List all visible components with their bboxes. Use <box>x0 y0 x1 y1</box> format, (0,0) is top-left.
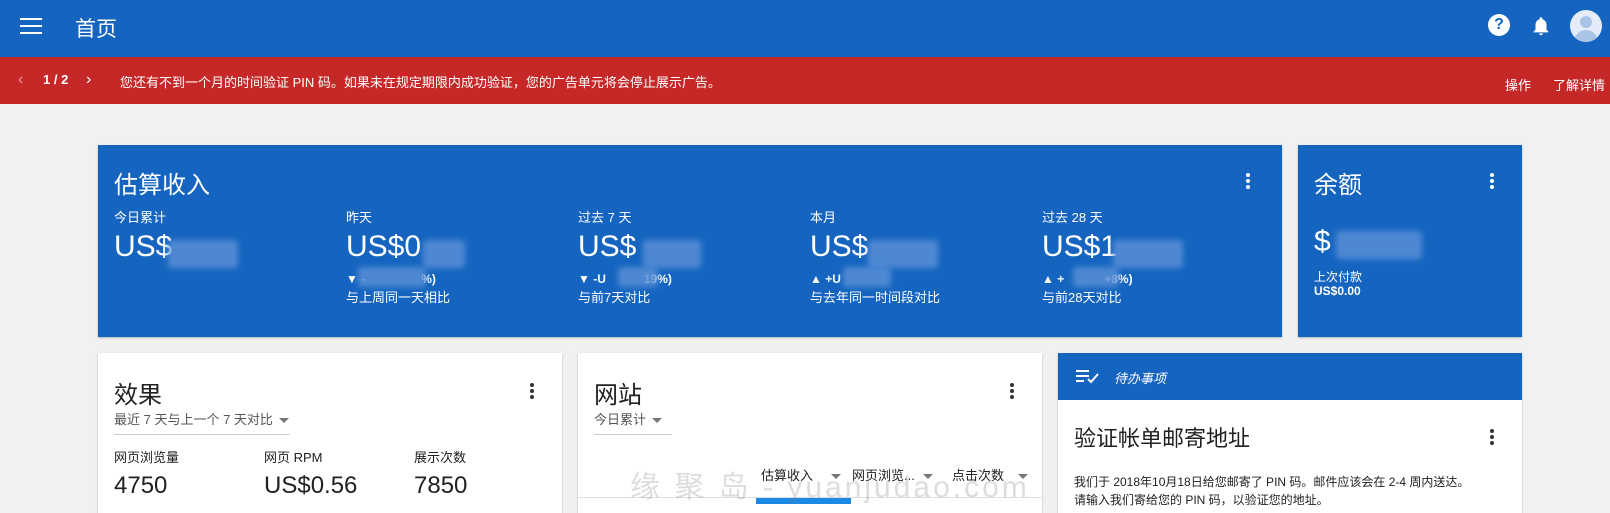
alert-message: 您还有不到一个月的时间验证 PIN 码。如果未在规定期限内成功验证，您的广告单元… <box>120 75 721 90</box>
redacted-blur <box>1073 267 1119 287</box>
performance-card: 效果 最近 7 天与上一个 7 天对比 网页浏览量 4750 网页 RPM US… <box>98 353 562 513</box>
more-vert-icon[interactable] <box>1490 173 1494 189</box>
bell-icon[interactable] <box>1530 14 1552 38</box>
alert-action-link[interactable]: 操作 <box>1505 75 1531 94</box>
todo-item-text: 请输入我们寄给您的 PIN 码，以验证您的地址。 <box>1074 493 1329 507</box>
redacted-blur <box>168 240 238 268</box>
redacted-blur <box>423 240 465 268</box>
avatar-icon[interactable] <box>1570 10 1602 42</box>
alert-banner: ‹ 1 / 2 › 您还有不到一个月的时间验证 PIN 码。如果未在规定期限内成… <box>0 57 1610 104</box>
checklist-icon <box>1076 370 1099 384</box>
card-title: 余额 <box>1314 172 1362 199</box>
metric-label: 本月 <box>810 210 837 225</box>
redacted-blur <box>843 267 891 287</box>
card-title: 网站 <box>594 382 642 409</box>
redacted-blur <box>358 267 426 287</box>
metric-label: 过去 28 天 <box>1042 210 1103 225</box>
redacted-blur <box>868 240 938 268</box>
range-dropdown[interactable]: 最近 7 天与上一个 7 天对比 <box>114 409 290 435</box>
app-bar: 首页 ? <box>0 0 1610 57</box>
watermark: 缘 聚 岛 - yuanjudao.com <box>630 471 1030 504</box>
last-payment-value: US$0.00 <box>1314 284 1361 298</box>
chevron-down-icon <box>652 418 663 424</box>
more-vert-icon[interactable] <box>1490 429 1494 445</box>
alert-counter: 1 / 2 <box>43 72 69 87</box>
metric-change: ▼ -U19%) <box>578 272 672 286</box>
chevron-left-icon[interactable]: ‹ <box>18 71 23 89</box>
todo-header-label: 待办事项 <box>1114 371 1167 386</box>
help-icon[interactable]: ? <box>1488 14 1510 36</box>
estimated-earnings-card: 估算收入 今日累计 US$ 昨天 US$0 ▼ -%) 与上周同一天相比 过去 … <box>98 145 1282 337</box>
menu-icon[interactable] <box>20 18 42 36</box>
todo-item-text: 我们于 2018年10月18日给您邮寄了 PIN 码。邮件应该会在 2-4 周内… <box>1074 475 1470 489</box>
metric-compare: 与上周同一天相比 <box>346 290 451 305</box>
metric-label: 过去 7 天 <box>578 210 632 225</box>
metric-compare: 与去年同一时间段对比 <box>810 290 941 305</box>
redacted-blur <box>1113 240 1183 268</box>
card-title: 估算收入 <box>114 172 210 199</box>
redacted-blur <box>1336 231 1422 259</box>
balance-value: $ <box>1314 225 1331 258</box>
page-title: 首页 <box>75 18 117 41</box>
chevron-right-icon[interactable]: › <box>86 71 91 89</box>
todo-card: 待办事项 验证帐单邮寄地址 我们于 2018年10月18日给您邮寄了 PIN 码… <box>1058 353 1522 513</box>
perf-metric-impressions: 展示次数 7850 <box>414 450 468 499</box>
metric-label: 今日累计 <box>114 210 167 225</box>
alert-learn-more-link[interactable]: 了解详情 <box>1553 75 1605 94</box>
more-vert-icon[interactable] <box>1246 173 1250 189</box>
perf-metric-pageviews: 网页浏览量 4750 <box>114 450 180 499</box>
more-vert-icon[interactable] <box>530 383 534 399</box>
metric-compare: 与前28天对比 <box>1042 290 1122 305</box>
redacted-blur <box>643 240 701 268</box>
range-dropdown[interactable]: 今日累计 <box>594 409 672 435</box>
more-vert-icon[interactable] <box>1010 383 1014 399</box>
card-title: 效果 <box>114 382 162 409</box>
last-payment-label: 上次付款 <box>1314 270 1363 284</box>
metric-label: 昨天 <box>346 210 373 225</box>
chevron-down-icon <box>278 418 289 424</box>
perf-metric-rpm: 网页 RPM US$0.56 <box>264 450 358 499</box>
redacted-blur <box>618 267 658 287</box>
balance-card: 余额 $ 上次付款 US$0.00 <box>1298 145 1522 337</box>
metric-compare: 与前7天对比 <box>578 290 651 305</box>
todo-item-title: 验证帐单邮寄地址 <box>1074 426 1251 451</box>
todo-header: 待办事项 <box>1058 353 1522 400</box>
